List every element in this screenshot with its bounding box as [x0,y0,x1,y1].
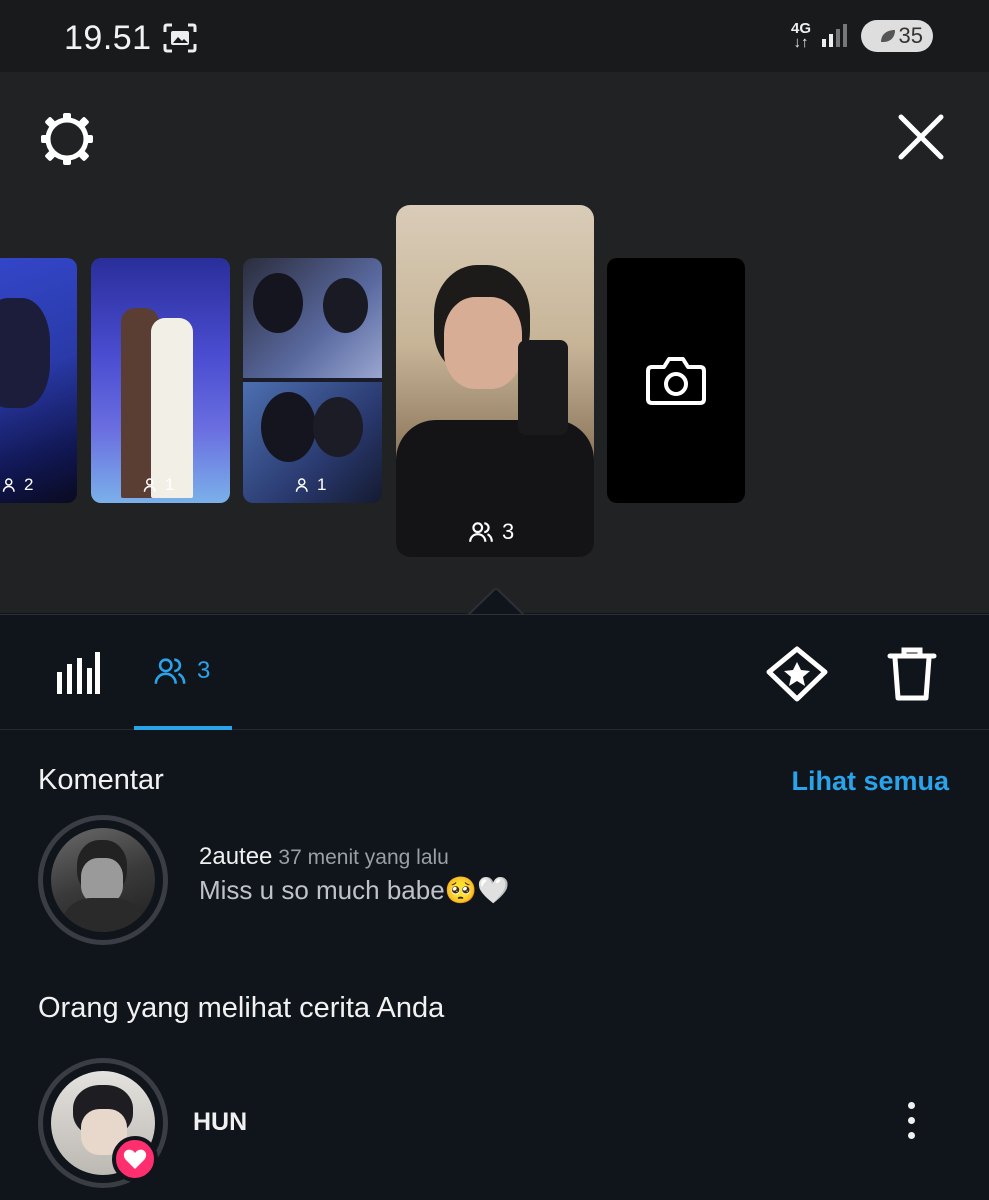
photo-panel [243,258,382,378]
screenshot-icon [163,23,197,53]
network-indicator: 4G ↓↑ [790,20,811,51]
comment-text: Miss u so much babe🥺🤍 [199,875,510,905]
signal-icon [822,24,847,47]
photo-figure [0,298,50,408]
story-detail-tabs [0,614,989,730]
viewer-count: 1 [143,475,174,495]
viewer-more-options-button[interactable] [896,1102,926,1139]
photo-face [444,297,522,389]
clock: 19.51 [64,19,152,57]
viewer-name[interactable]: HUN [193,1108,247,1137]
viewers-tab-count: 3 [197,657,211,684]
comment-header: 2autee 37 menit yang lalu [199,843,449,871]
highlight-diamond-icon[interactable] [766,646,828,702]
story-thumbnail[interactable]: 1 [91,258,230,503]
heart-icon [123,1149,147,1169]
camera-icon [646,356,706,405]
settings-gear-icon[interactable] [38,110,96,168]
viewer-count: 2 [2,475,33,495]
close-icon[interactable] [896,112,946,162]
see-all-comments-link[interactable]: Lihat semua [791,766,949,797]
comments-title: Komentar [38,764,164,796]
viewers-icon [154,658,186,684]
active-tab-indicator [134,726,232,730]
viewer-count: 3 [468,519,514,545]
tab-viewers[interactable]: 3 [153,654,210,688]
photo-phone [518,340,568,435]
viewer-count: 1 [295,475,326,495]
add-story-camera-button[interactable] [607,258,745,503]
selection-pointer [468,588,524,616]
like-badge [112,1136,158,1182]
viewers-icon [2,478,15,492]
viewers-icon [469,522,493,542]
avatar[interactable] [38,815,168,945]
leaf-icon [880,30,895,42]
battery-indicator: 35 [861,20,933,52]
story-thumbnail[interactable]: 1 [243,258,382,503]
viewers-icon [295,478,308,492]
viewers-title: Orang yang melihat cerita Anda [38,992,445,1024]
viewers-icon [143,478,156,492]
status-bar: 19.51 4G ↓↑ 35 [0,0,989,72]
delete-trash-icon[interactable] [887,646,937,702]
photo-figure [151,318,193,498]
story-thumbnail-selected[interactable]: 3 [396,205,594,557]
story-thumbnail[interactable]: 2 [0,258,77,503]
insights-bar-icon[interactable] [55,650,101,696]
comment-timestamp: 37 menit yang lalu [278,846,449,869]
comment-username[interactable]: 2autee [199,843,272,870]
status-icons: 4G ↓↑ 35 [791,20,933,52]
